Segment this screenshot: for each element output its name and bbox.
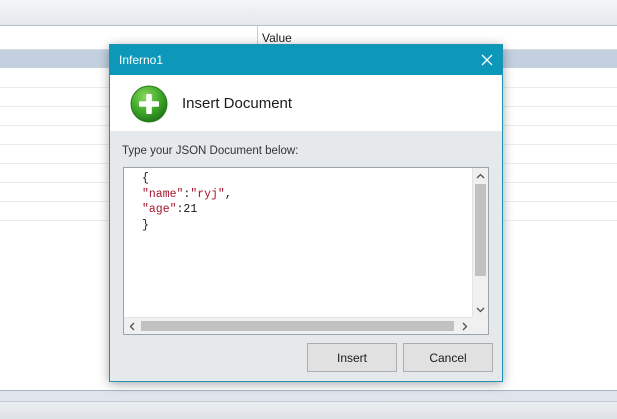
json-close-brace: }: [142, 218, 149, 232]
json-editor[interactable]: { "name":"ryj", "age":21 }: [123, 167, 489, 335]
chevron-right-icon: [462, 322, 468, 330]
dialog-titlebar[interactable]: Inferno1: [110, 45, 502, 75]
dialog-heading: Insert Document: [182, 95, 293, 112]
json-key-age: "age": [142, 203, 177, 216]
dialog-title: Inferno1: [119, 53, 164, 67]
scrollbar-corner: [472, 317, 488, 334]
insert-button[interactable]: Insert: [307, 343, 397, 372]
scroll-up-button[interactable]: [473, 168, 488, 183]
vertical-scroll-thumb[interactable]: [475, 184, 486, 276]
json-value-age: 21: [183, 203, 198, 216]
close-button[interactable]: [472, 45, 502, 75]
horizontal-scrollbar[interactable]: [124, 317, 473, 334]
status-bar: [0, 401, 617, 419]
json-comma: ,: [224, 187, 232, 201]
cancel-button[interactable]: Cancel: [403, 343, 493, 372]
app-toolbar: [0, 0, 617, 26]
json-value-name: "ryj": [190, 187, 225, 201]
json-open-brace: {: [142, 172, 149, 185]
plus-circle-icon: [130, 85, 168, 123]
scroll-right-button[interactable]: [457, 318, 473, 334]
editor-prompt-label: Type your JSON Document below:: [122, 145, 299, 157]
scroll-down-button[interactable]: [473, 302, 488, 317]
chevron-left-icon: [129, 322, 135, 330]
dialog-header: Insert Document: [110, 75, 502, 131]
chevron-up-icon: [476, 173, 485, 178]
close-icon: [481, 54, 493, 66]
json-key-name: "name": [142, 187, 184, 201]
horizontal-scroll-thumb[interactable]: [141, 321, 454, 331]
column-header-value[interactable]: Value: [262, 31, 292, 45]
insert-document-dialog: Inferno1 Insert Document Type your JSON …: [109, 44, 503, 382]
vertical-scrollbar[interactable]: [472, 168, 488, 317]
status-strip: [0, 390, 617, 401]
scroll-left-button[interactable]: [124, 318, 140, 334]
json-editor-text[interactable]: { "name":"ryj", "age":21 }: [142, 171, 232, 233]
chevron-down-icon: [476, 307, 485, 312]
